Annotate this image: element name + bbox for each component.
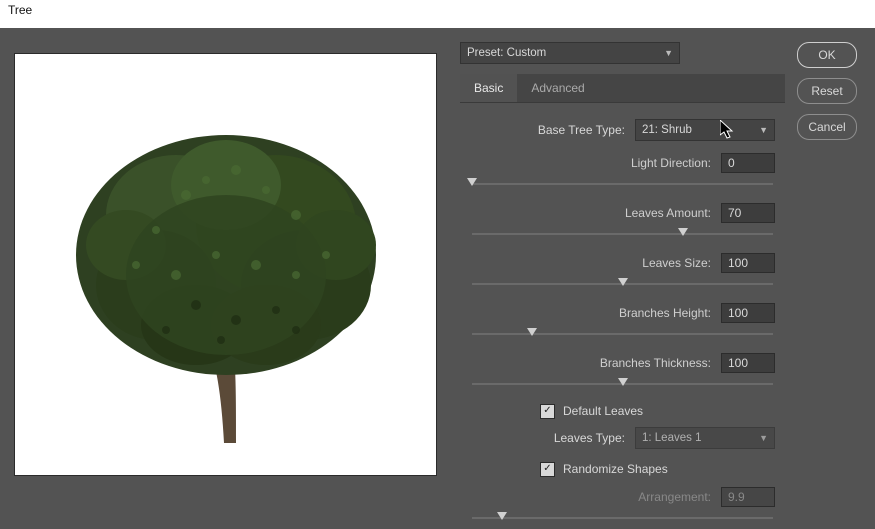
leaves-type-select: 1: Leaves 1 ▼ — [635, 427, 775, 449]
window-title-text: Tree — [8, 3, 32, 17]
branches-height-slider[interactable] — [472, 327, 773, 341]
base-tree-type-select[interactable]: 21: Shrub ▼ — [635, 119, 775, 141]
default-leaves-checkbox[interactable]: ✓ — [540, 404, 555, 419]
ok-button[interactable]: OK — [797, 42, 857, 68]
leaves-size-label: Leaves Size: — [642, 256, 711, 270]
basic-panel: Base Tree Type: 21: Shrub ▼ Light Direct… — [460, 103, 785, 525]
chevron-down-icon: ▼ — [759, 125, 768, 135]
tabs: Basic Advanced — [460, 74, 785, 103]
light-direction-label: Light Direction: — [631, 156, 711, 170]
tab-basic[interactable]: Basic — [460, 74, 517, 102]
preset-value: Custom — [507, 47, 547, 59]
slider-thumb[interactable] — [527, 328, 537, 336]
slider-thumb[interactable] — [467, 178, 477, 186]
branches-height-input[interactable] — [721, 303, 775, 323]
branches-thickness-input[interactable] — [721, 353, 775, 373]
light-direction-slider[interactable] — [472, 177, 773, 191]
side-buttons: OK Reset Cancel — [797, 42, 857, 140]
shrub-image — [36, 75, 416, 455]
branches-thickness-slider[interactable] — [472, 377, 773, 391]
default-leaves-label: Default Leaves — [563, 404, 643, 418]
slider-thumb[interactable] — [618, 278, 628, 286]
window-title: Tree — [0, 0, 875, 28]
leaves-size-slider[interactable] — [472, 277, 773, 291]
base-tree-type-label: Base Tree Type: — [538, 123, 625, 137]
cancel-button[interactable]: Cancel — [797, 114, 857, 140]
branches-height-label: Branches Height: — [619, 306, 711, 320]
leaves-amount-label: Leaves Amount: — [625, 206, 711, 220]
tree-dialog: Tree — [0, 0, 875, 529]
leaves-amount-slider[interactable] — [472, 227, 773, 241]
base-tree-type-value: 21: Shrub — [642, 124, 692, 136]
preset-label-prefix: Preset: — [467, 47, 507, 59]
tree-preview — [14, 53, 437, 476]
arrangement-input — [721, 487, 775, 507]
preset-select[interactable]: Preset: Custom ▼ — [460, 42, 680, 64]
chevron-down-icon: ▼ — [664, 48, 673, 58]
controls-panel: Preset: Custom ▼ Basic Advanced Base Tre… — [460, 42, 785, 529]
dialog-body: Preset: Custom ▼ Basic Advanced Base Tre… — [0, 28, 875, 529]
arrangement-slider[interactable] — [472, 511, 773, 525]
leaves-amount-input[interactable] — [721, 203, 775, 223]
leaves-type-label: Leaves Type: — [554, 431, 625, 445]
reset-button[interactable]: Reset — [797, 78, 857, 104]
chevron-down-icon: ▼ — [759, 433, 768, 443]
slider-thumb[interactable] — [618, 378, 628, 386]
randomize-shapes-label: Randomize Shapes — [563, 462, 668, 476]
slider-thumb[interactable] — [678, 228, 688, 236]
arrangement-label: Arrangement: — [638, 490, 711, 504]
slider-thumb[interactable] — [497, 512, 507, 520]
tab-advanced[interactable]: Advanced — [517, 74, 598, 102]
branches-thickness-label: Branches Thickness: — [600, 356, 711, 370]
leaves-type-value: 1: Leaves 1 — [642, 432, 701, 444]
leaves-size-input[interactable] — [721, 253, 775, 273]
light-direction-input[interactable] — [721, 153, 775, 173]
randomize-shapes-checkbox[interactable]: ✓ — [540, 462, 555, 477]
